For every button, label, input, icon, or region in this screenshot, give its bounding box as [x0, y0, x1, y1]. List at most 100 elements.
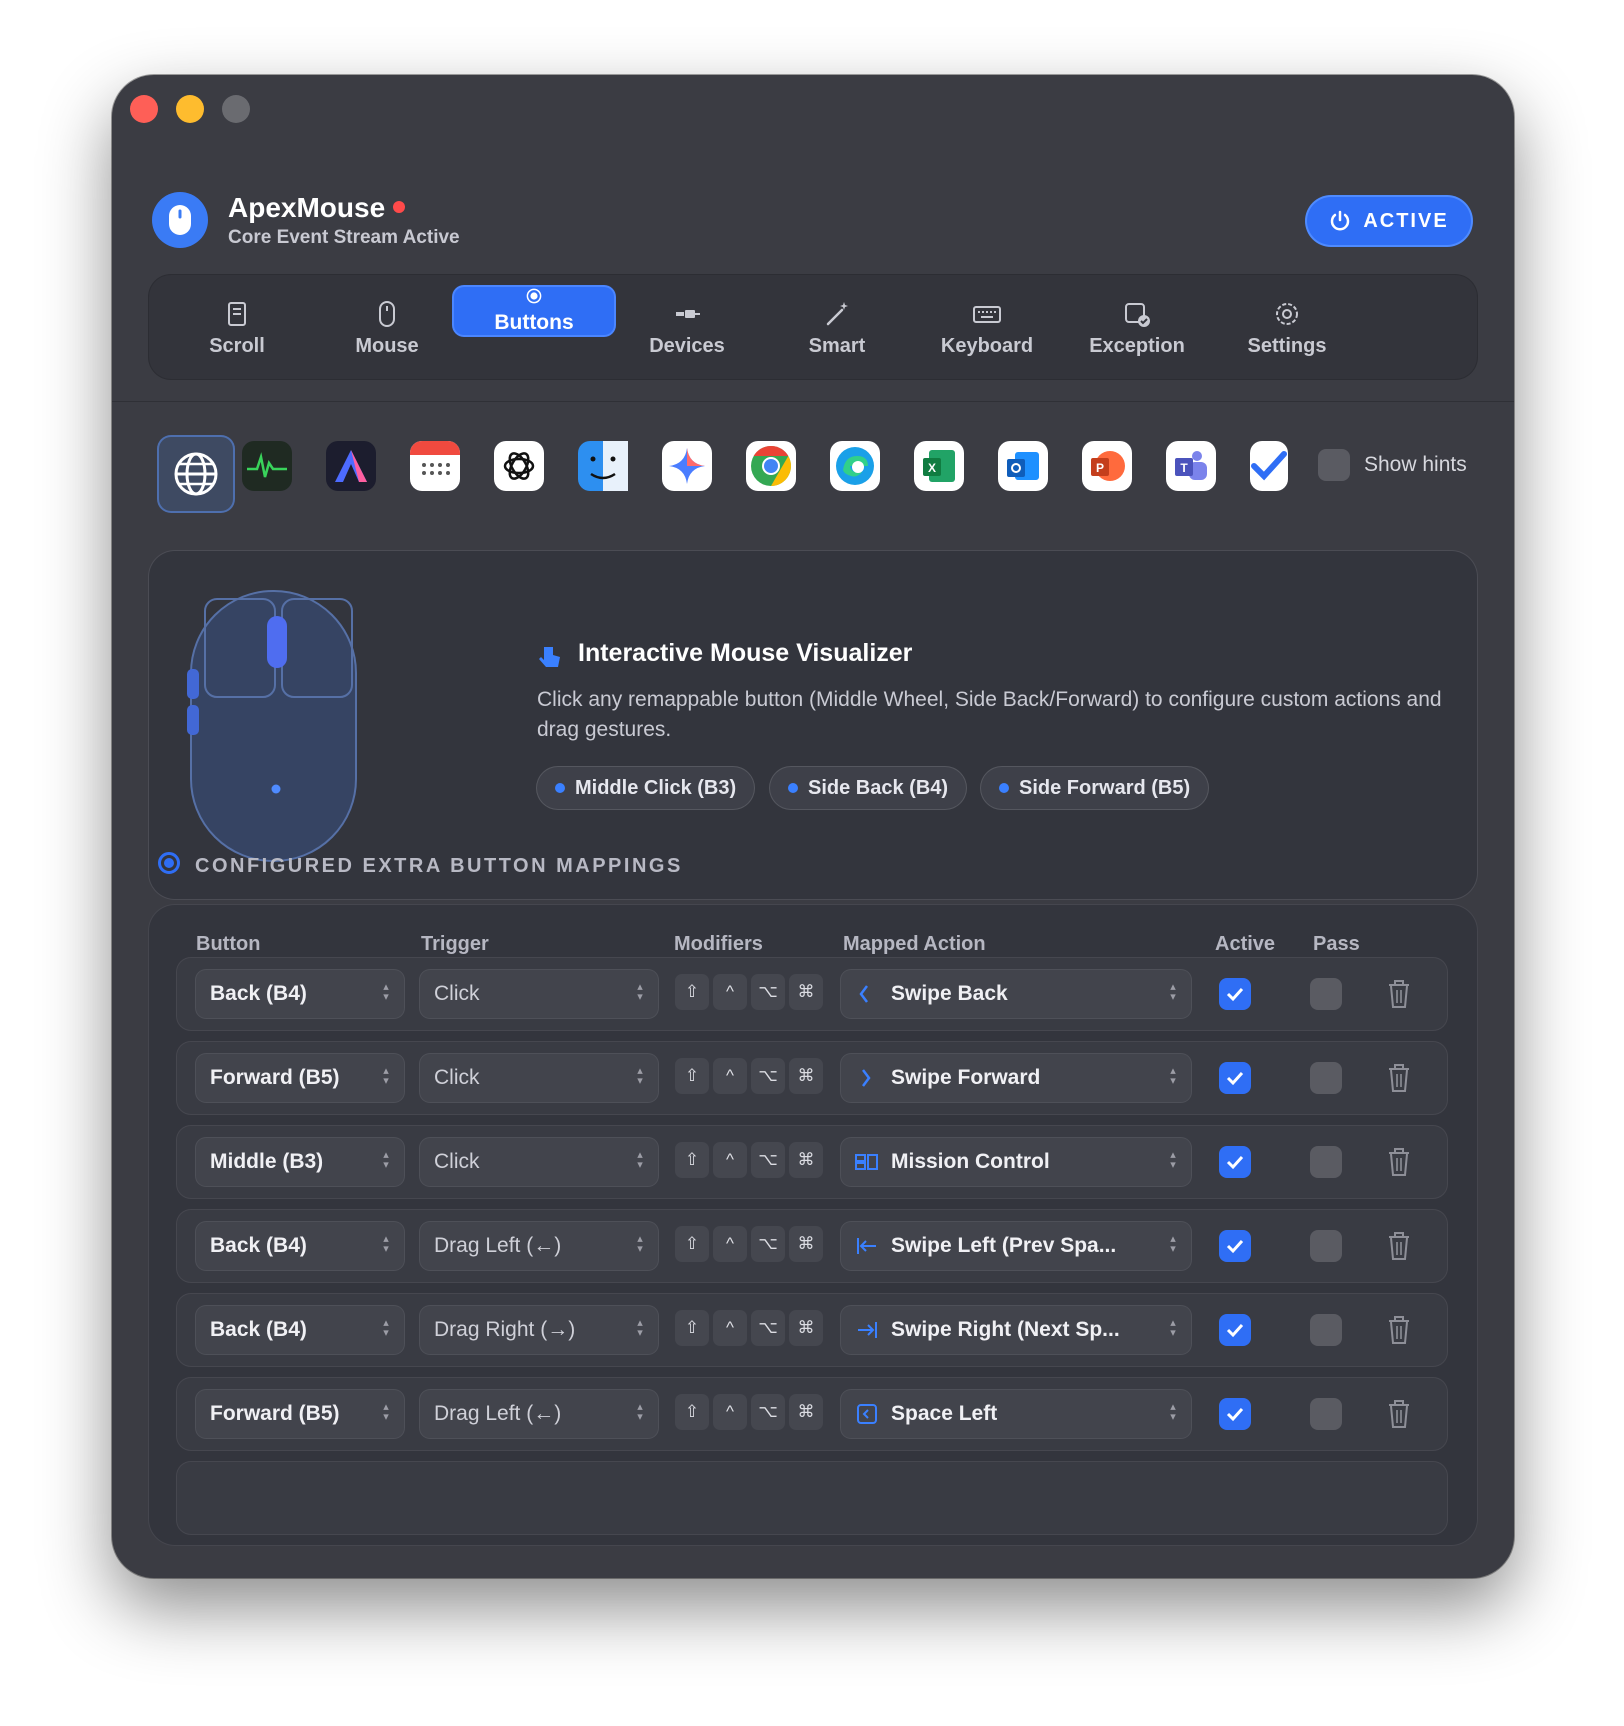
trash-icon[interactable] — [1385, 1062, 1413, 1094]
action-select[interactable]: Swipe Back ▴ ▾ — [841, 970, 1191, 1018]
modifier-control[interactable]: ^ — [713, 1142, 747, 1178]
button-select[interactable]: Forward (B5) ▴ ▾ — [196, 1390, 404, 1438]
pass-checkbox[interactable] — [1310, 1230, 1342, 1262]
modifier-shift[interactable]: ⇧ — [675, 1226, 709, 1262]
active-checkbox[interactable] — [1219, 1398, 1251, 1430]
modifier-command[interactable]: ⌘ — [789, 1226, 823, 1262]
checkmark-icon — [1226, 987, 1244, 1002]
tab-scroll[interactable]: Scroll — [157, 283, 317, 373]
modifier-shift[interactable]: ⇧ — [675, 1310, 709, 1346]
middle-wheel-button[interactable] — [267, 616, 287, 668]
side-back-button[interactable] — [187, 669, 199, 699]
trigger-select[interactable]: Drag Left (←) ▴ ▾ — [420, 1390, 658, 1438]
pill-middle-click[interactable]: Middle Click (B3) — [537, 767, 755, 809]
modifier-command[interactable]: ⌘ — [789, 1142, 823, 1178]
select-chevron-icon: ▴ ▾ — [383, 1149, 389, 1171]
app-outlook[interactable] — [998, 441, 1048, 491]
excel-icon: X — [923, 450, 955, 482]
trigger-select[interactable]: Click ▴ ▾ — [420, 970, 658, 1018]
active-checkbox[interactable] — [1219, 1230, 1251, 1262]
trash-icon[interactable] — [1385, 1314, 1413, 1346]
pass-checkbox[interactable] — [1310, 978, 1342, 1010]
button-select[interactable]: Middle (B3) ▴ ▾ — [196, 1138, 404, 1186]
select-chevron-icon: ▴ ▾ — [637, 1149, 643, 1171]
tab-keyboard[interactable]: Keyboard — [907, 283, 1067, 373]
trash-icon[interactable] — [1385, 1146, 1413, 1178]
button-select[interactable]: Back (B4) ▴ ▾ — [196, 1222, 404, 1270]
pill-side-back[interactable]: Side Back (B4) — [770, 767, 967, 809]
modifier-command[interactable]: ⌘ — [789, 974, 823, 1010]
tab-buttons[interactable]: Buttons — [454, 287, 614, 335]
modifier-control[interactable]: ^ — [713, 974, 747, 1010]
modifier-shift[interactable]: ⇧ — [675, 1058, 709, 1094]
app-calendar[interactable] — [410, 441, 460, 491]
modifier-command[interactable]: ⌘ — [789, 1310, 823, 1346]
modifier-command[interactable]: ⌘ — [789, 1394, 823, 1430]
trash-icon[interactable] — [1385, 978, 1413, 1010]
active-toggle-button[interactable]: ACTIVE — [1307, 197, 1471, 245]
modifier-shift[interactable]: ⇧ — [675, 974, 709, 1010]
modifier-shift[interactable]: ⇧ — [675, 1142, 709, 1178]
exception-icon — [1125, 302, 1150, 327]
modifier-option[interactable]: ⌥ — [751, 1394, 785, 1430]
active-checkbox[interactable] — [1219, 1146, 1251, 1178]
button-select[interactable]: Back (B4) ▴ ▾ — [196, 1306, 404, 1354]
trash-icon[interactable] — [1385, 1398, 1413, 1430]
modifier-shift[interactable]: ⇧ — [675, 1394, 709, 1430]
button-select[interactable]: Forward (B5) ▴ ▾ — [196, 1054, 404, 1102]
button-select[interactable]: Back (B4) ▴ ▾ — [196, 970, 404, 1018]
trigger-select[interactable]: Click ▴ ▾ — [420, 1138, 658, 1186]
pill-side-forward[interactable]: Side Forward (B5) — [981, 767, 1209, 809]
active-checkbox[interactable] — [1219, 978, 1251, 1010]
show-hints-toggle[interactable]: Show hints — [1318, 449, 1467, 481]
app-chrome[interactable] — [746, 441, 796, 491]
action-select[interactable]: Swipe Forward ▴ ▾ — [841, 1054, 1191, 1102]
modifier-control[interactable]: ^ — [713, 1310, 747, 1346]
app-affinity[interactable] — [326, 441, 376, 491]
action-select[interactable]: Swipe Right (Next Sp... ▴ ▾ — [841, 1306, 1191, 1354]
modifier-option[interactable]: ⌥ — [751, 1226, 785, 1262]
trigger-select[interactable]: Drag Right (→) ▴ ▾ — [420, 1306, 658, 1354]
modifier-control[interactable]: ^ — [713, 1394, 747, 1430]
action-select[interactable]: Mission Control ▴ ▾ — [841, 1138, 1191, 1186]
app-activity-monitor[interactable] — [242, 441, 292, 491]
app-finder[interactable] — [578, 441, 628, 491]
app-todo[interactable] — [1250, 441, 1288, 491]
tab-exception[interactable]: Exception — [1057, 283, 1217, 373]
app-excel[interactable]: X — [914, 441, 964, 491]
pass-checkbox[interactable] — [1310, 1146, 1342, 1178]
active-checkbox[interactable] — [1219, 1314, 1251, 1346]
modifier-option[interactable]: ⌥ — [751, 974, 785, 1010]
close-window-button[interactable] — [130, 95, 158, 123]
tab-settings[interactable]: Settings — [1207, 283, 1367, 373]
app-edge[interactable] — [830, 441, 880, 491]
action-select[interactable]: Space Left ▴ ▾ — [841, 1390, 1191, 1438]
tab-mouse[interactable]: Mouse — [307, 283, 467, 373]
app-teams[interactable]: T — [1166, 441, 1216, 491]
pass-checkbox[interactable] — [1310, 1062, 1342, 1094]
tab-smart[interactable]: Smart — [757, 283, 917, 373]
trigger-select[interactable]: Drag Left (←) ▴ ▾ — [420, 1222, 658, 1270]
pass-checkbox[interactable] — [1310, 1314, 1342, 1346]
action-select[interactable]: Swipe Left (Prev Spa... ▴ ▾ — [841, 1222, 1191, 1270]
modifier-option[interactable]: ⌥ — [751, 1142, 785, 1178]
app-global[interactable] — [159, 437, 233, 511]
app-powerpoint[interactable]: P — [1082, 441, 1132, 491]
trash-icon[interactable] — [1385, 1230, 1413, 1262]
app-chatgpt[interactable] — [494, 441, 544, 491]
modifier-control[interactable]: ^ — [713, 1058, 747, 1094]
tab-devices[interactable]: Devices — [607, 283, 767, 373]
app-gemini[interactable] — [662, 441, 712, 491]
modifier-command[interactable]: ⌘ — [789, 1058, 823, 1094]
side-forward-button[interactable] — [187, 705, 199, 735]
trigger-select[interactable]: Click ▴ ▾ — [420, 1054, 658, 1102]
modifier-control[interactable]: ^ — [713, 1226, 747, 1262]
show-hints-checkbox[interactable] — [1318, 449, 1350, 481]
minimize-window-button[interactable] — [176, 95, 204, 123]
pass-checkbox[interactable] — [1310, 1398, 1342, 1430]
active-checkbox[interactable] — [1219, 1062, 1251, 1094]
modifier-option[interactable]: ⌥ — [751, 1058, 785, 1094]
chevron-left-icon — [859, 985, 868, 1003]
modifier-option[interactable]: ⌥ — [751, 1310, 785, 1346]
zoom-window-button[interactable] — [222, 95, 250, 123]
